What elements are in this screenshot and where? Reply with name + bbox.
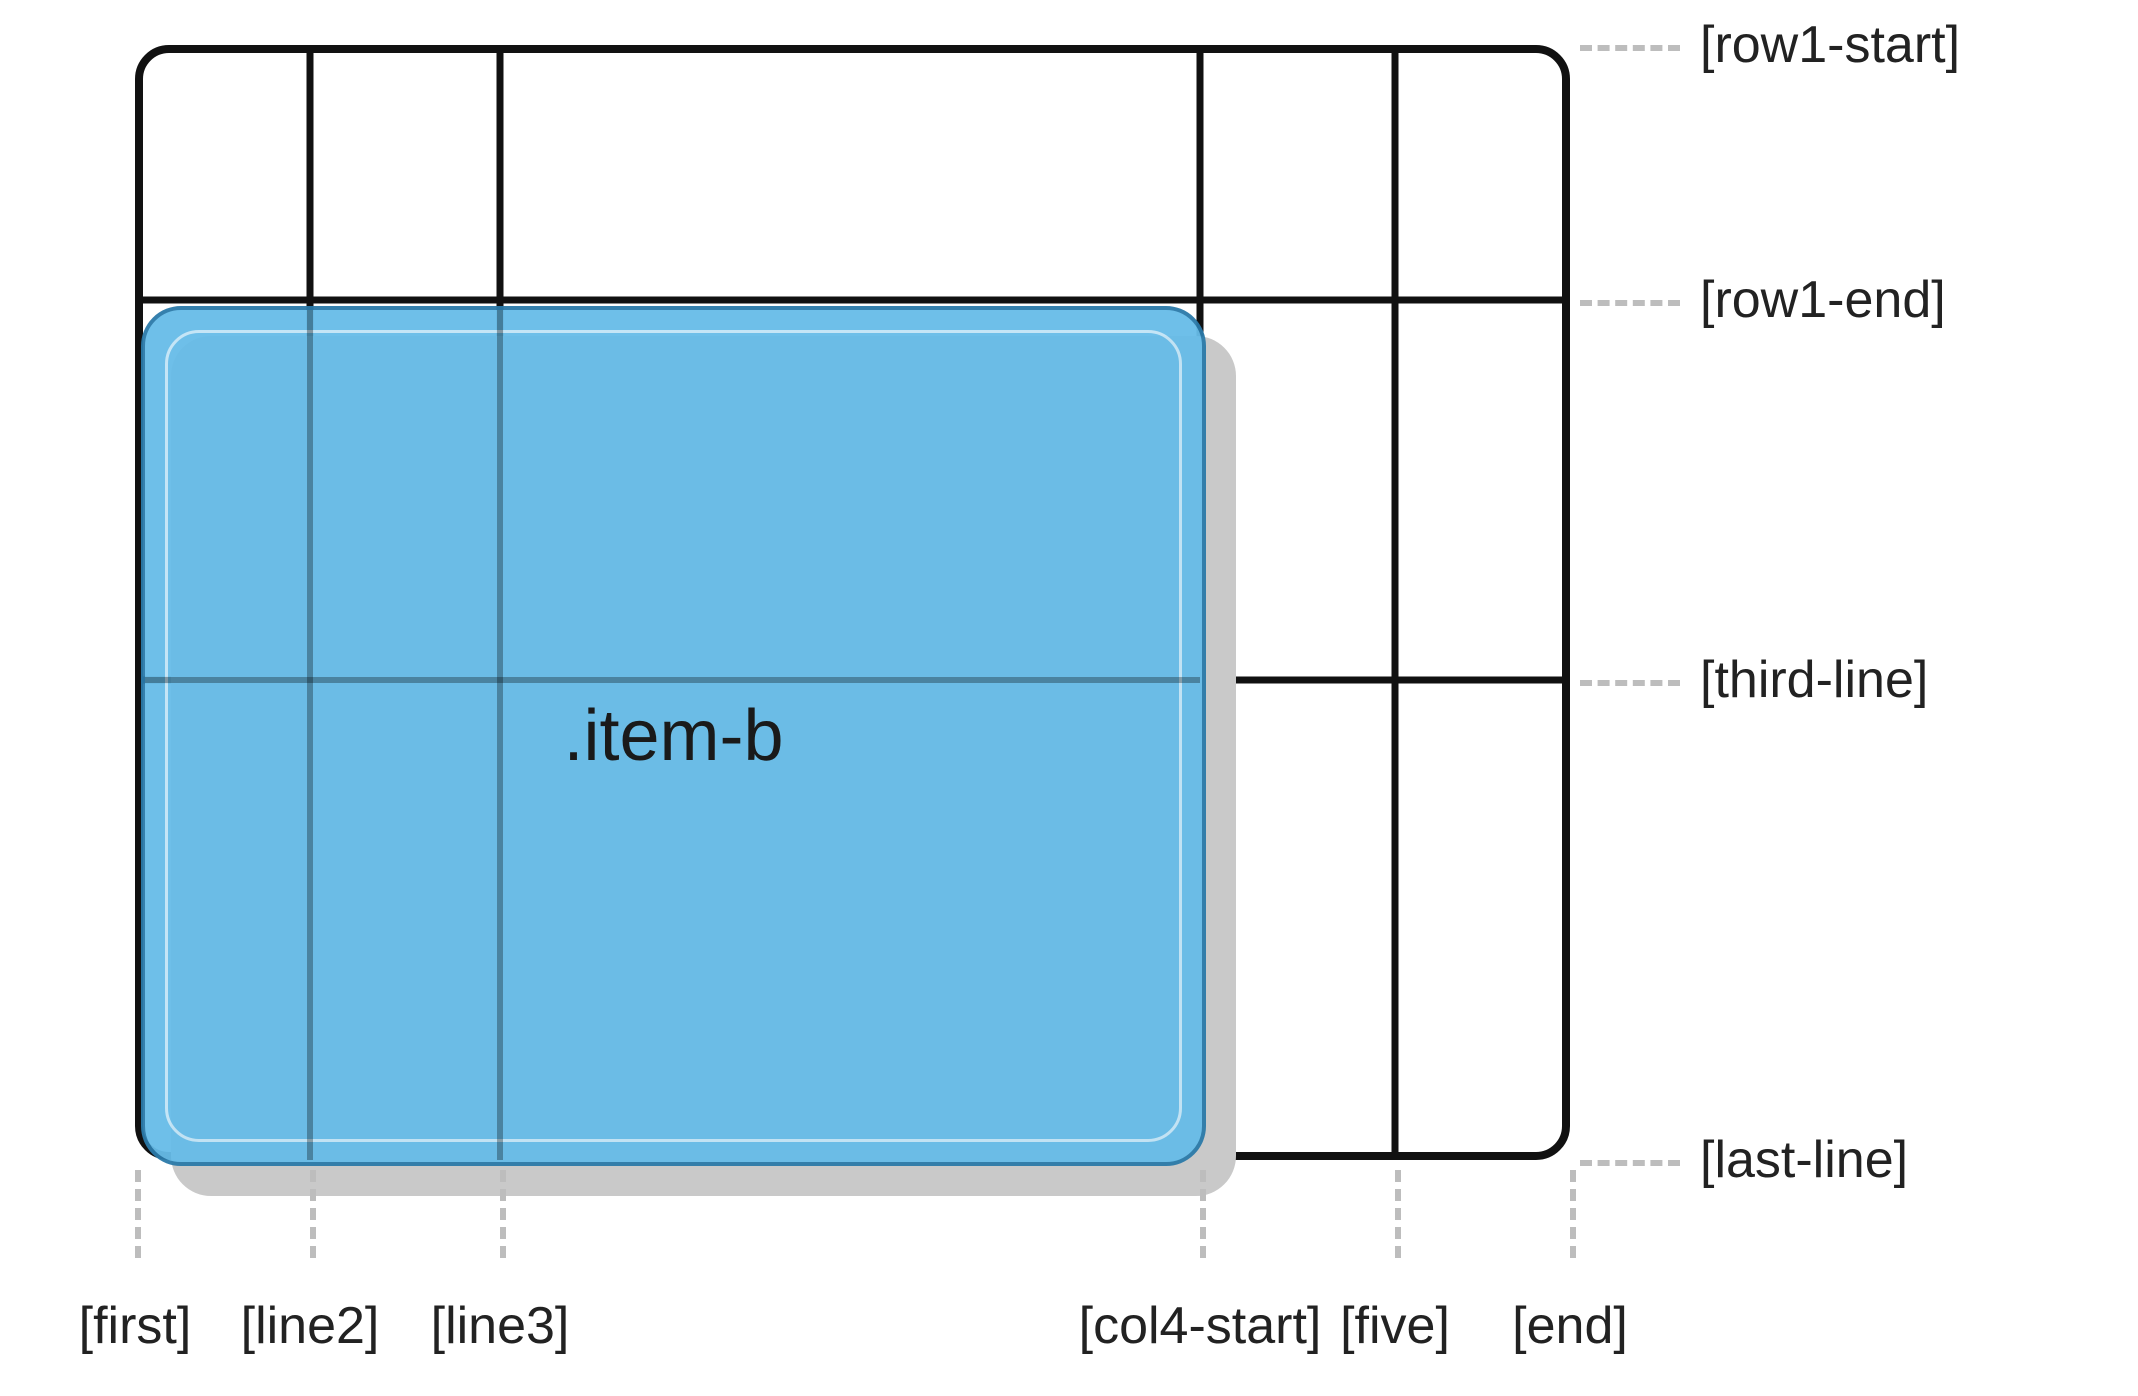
diagram-stage: .item-b [row1-start] [row1-end] [third-l… [0, 0, 2138, 1396]
row-label-row1-end: [row1-end] [1700, 274, 1946, 326]
grid-line-line2-faint [307, 310, 313, 1160]
col-guide-first [135, 1170, 141, 1258]
col-guide-end [1570, 1170, 1576, 1258]
col-label-five: [five] [1340, 1300, 1450, 1352]
item-b-box: .item-b [141, 306, 1206, 1166]
row-label-row1-start: [row1-start] [1700, 19, 1960, 71]
row-guide-row1-end [1580, 300, 1680, 306]
row-label-third-line: [third-line] [1700, 654, 1928, 706]
col-guide-col4-start [1200, 1170, 1206, 1258]
col-label-line3: [line3] [431, 1300, 570, 1352]
col-guide-line2 [310, 1170, 316, 1258]
col-label-end: [end] [1512, 1300, 1628, 1352]
row-label-last-line: [last-line] [1700, 1134, 1908, 1186]
row-guide-third-line [1580, 680, 1680, 686]
col-label-col4-start: [col4-start] [1079, 1300, 1322, 1352]
col-guide-line3 [500, 1170, 506, 1258]
grid-line-line3-faint [497, 310, 503, 1160]
grid-line-third-line-faint [145, 677, 1200, 683]
grid-line-row1-end [141, 297, 1564, 304]
row-guide-row1-start [1580, 45, 1680, 51]
col-label-first: [first] [79, 1300, 192, 1352]
row-guide-last-line [1580, 1160, 1680, 1166]
item-b-inner-border [165, 330, 1182, 1142]
col-guide-five [1395, 1170, 1401, 1258]
grid-line-five [1392, 51, 1399, 1154]
col-label-line2: [line2] [241, 1300, 380, 1352]
